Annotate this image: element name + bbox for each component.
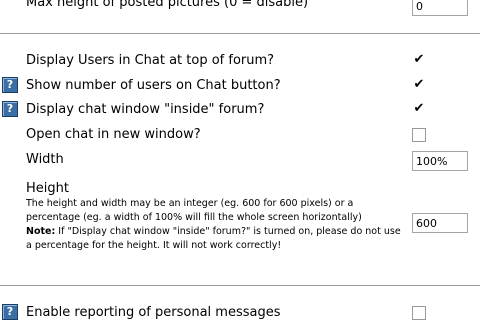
height-input[interactable] xyxy=(412,213,468,233)
display-users-checkbox[interactable]: ✔ xyxy=(412,53,426,67)
help-icon[interactable]: ? xyxy=(2,77,18,93)
height-label: Height xyxy=(26,181,69,196)
max-height-label: Max height of posted pictures (0 = disab… xyxy=(26,0,309,10)
enable-reporting-checkbox[interactable] xyxy=(412,306,426,320)
height-note-label: Note: xyxy=(26,226,56,237)
separator xyxy=(0,285,480,286)
help-icon[interactable]: ? xyxy=(2,304,18,320)
open-new-window-checkbox[interactable] xyxy=(412,128,426,142)
show-number-checkbox[interactable]: ✔ xyxy=(412,78,426,92)
open-new-window-label: Open chat in new window? xyxy=(26,127,201,142)
display-users-label: Display Users in Chat at top of forum? xyxy=(26,53,275,68)
max-height-input[interactable] xyxy=(412,0,468,16)
height-description-text: The height and width may be an integer (… xyxy=(26,198,362,223)
enable-reporting-label: Enable reporting of personal messages xyxy=(26,305,281,320)
show-number-label: Show number of users on Chat button? xyxy=(26,78,281,93)
height-note-text: If "Display chat window "inside" forum?"… xyxy=(26,226,401,251)
display-inside-checkbox[interactable]: ✔ xyxy=(412,102,426,116)
display-inside-label: Display chat window "inside" forum? xyxy=(26,102,265,117)
separator xyxy=(0,33,480,34)
height-description: The height and width may be an integer (… xyxy=(26,197,406,253)
width-input[interactable] xyxy=(412,151,468,171)
help-icon[interactable]: ? xyxy=(2,101,18,117)
width-label: Width xyxy=(26,152,64,167)
